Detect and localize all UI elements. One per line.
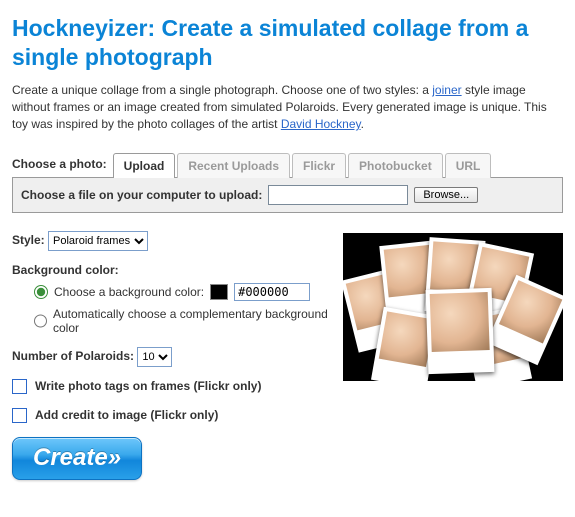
tab-photobucket[interactable]: Photobucket [348,153,443,178]
joiner-link[interactable]: joiner [432,83,461,97]
style-select[interactable]: Polaroid frames [48,231,148,251]
tab-url[interactable]: URL [445,153,492,178]
bgcolor-choose-radio[interactable] [34,285,48,299]
bgcolor-hex-input[interactable] [234,283,310,301]
bgcolor-auto-radio[interactable] [34,314,47,328]
upload-label: Choose a file on your computer to upload… [21,188,262,202]
intro-seg-3: . [361,117,364,131]
tab-recent-uploads[interactable]: Recent Uploads [177,153,290,178]
choose-photo-label: Choose a photo: [12,157,107,177]
hockney-link[interactable]: David Hockney [281,117,361,131]
add-credit-label: Add credit to image (Flickr only) [35,408,218,422]
bgcolor-auto-label: Automatically choose a complementary bac… [53,307,331,335]
sample-collage-image [343,233,563,381]
numpol-label: Number of Polaroids: [12,349,134,363]
style-label: Style: [12,233,45,247]
numpol-select[interactable]: 10 [137,347,172,367]
bgcolor-heading: Background color: [12,263,331,277]
bgcolor-choose-label: Choose a background color: [54,285,204,299]
intro-seg-1: Create a unique collage from a single ph… [12,83,432,97]
file-path-field[interactable] [268,185,408,205]
write-tags-checkbox[interactable] [12,379,27,394]
page-title: Hockneyizer: Create a simulated collage … [12,14,563,72]
browse-button[interactable]: Browse... [414,187,478,203]
add-credit-checkbox[interactable] [12,408,27,423]
upload-panel: Choose a file on your computer to upload… [12,177,563,213]
intro-text: Create a unique collage from a single ph… [12,82,563,134]
source-tabs: Choose a photo: Upload Recent Uploads Fl… [12,152,563,177]
create-button[interactable]: Create» [12,437,142,480]
tab-upload[interactable]: Upload [113,153,176,178]
bgcolor-swatch[interactable] [210,284,228,300]
tab-flickr[interactable]: Flickr [292,153,346,178]
write-tags-label: Write photo tags on frames (Flickr only) [35,379,261,393]
